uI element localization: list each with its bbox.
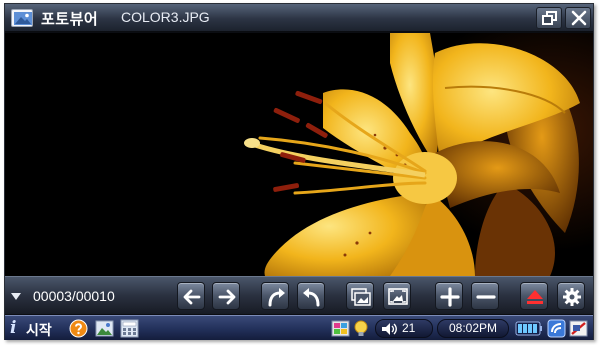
start-label: 시작 xyxy=(26,323,52,339)
arrow-right-icon xyxy=(218,289,236,305)
rotate-left-button[interactable] xyxy=(297,282,325,310)
picture-app-icon[interactable] xyxy=(95,319,114,338)
color-palette-icon[interactable] xyxy=(331,319,351,338)
rotate-left-icon xyxy=(303,288,320,307)
bulb-icon[interactable] xyxy=(351,319,371,338)
rotate-right-icon xyxy=(268,288,285,307)
control-bar: 00003/00010 xyxy=(5,276,593,314)
slideshow-icon xyxy=(351,288,371,306)
page-counter: 00003/00010 xyxy=(33,288,115,304)
title-bar: 포토뷰어 COLOR3.JPG xyxy=(5,4,593,32)
zoom-out-icon xyxy=(476,295,496,299)
start-logo: i xyxy=(10,318,17,338)
clock[interactable]: 08:02PM xyxy=(437,319,509,338)
lily-photo xyxy=(5,33,593,276)
fit-screen-icon xyxy=(388,288,408,305)
file-name: COLOR3.JPG xyxy=(121,9,210,25)
photo-view[interactable] xyxy=(5,33,593,276)
settings-button[interactable] xyxy=(557,282,585,310)
zoom-in-icon xyxy=(440,287,460,307)
gear-icon xyxy=(563,288,581,306)
previous-button[interactable] xyxy=(177,282,205,310)
eject-icon xyxy=(527,290,543,304)
restore-icon xyxy=(542,11,557,25)
calculator-icon[interactable] xyxy=(120,319,139,338)
start-button[interactable]: i 시작 xyxy=(8,318,64,339)
close-button[interactable] xyxy=(565,7,591,29)
network-icon[interactable] xyxy=(547,319,567,338)
zoom-out-button[interactable] xyxy=(471,282,499,310)
volume-control[interactable]: 21 xyxy=(375,319,433,338)
slideshow-button[interactable] xyxy=(346,282,374,310)
fit-screen-button[interactable] xyxy=(383,282,411,310)
zoom-in-button[interactable] xyxy=(435,282,463,310)
battery-icon xyxy=(515,319,543,338)
clock-time: 08:02PM xyxy=(448,321,498,335)
eject-button[interactable] xyxy=(520,282,548,310)
menu-arrow-icon[interactable] xyxy=(11,293,21,300)
next-button[interactable] xyxy=(212,282,240,310)
device-frame: 포토뷰어 COLOR3.JPG 00003/00010 i 시작 21 08:0… xyxy=(4,3,594,340)
help-icon[interactable] xyxy=(69,319,88,338)
power-icon[interactable] xyxy=(569,319,589,338)
image-icon xyxy=(11,9,33,27)
volume-level: 21 xyxy=(402,321,416,335)
restore-button[interactable] xyxy=(536,7,562,29)
app-title: 포토뷰어 xyxy=(41,10,99,28)
close-icon xyxy=(571,10,587,26)
speaker-icon xyxy=(382,323,397,335)
arrow-left-icon xyxy=(183,289,201,305)
rotate-right-button[interactable] xyxy=(261,282,289,310)
taskbar: i 시작 21 08:02PM xyxy=(5,315,593,340)
